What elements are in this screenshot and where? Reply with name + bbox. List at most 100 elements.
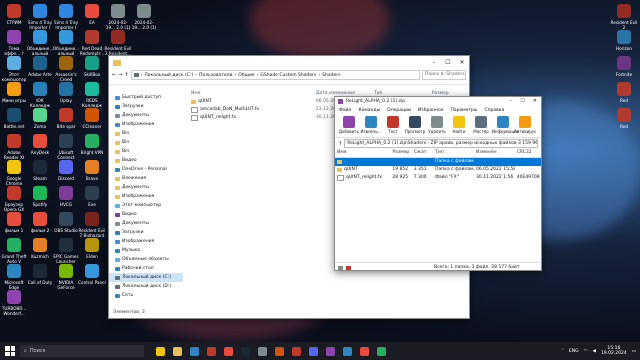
toolbar-button[interactable]: Добавить — [338, 115, 360, 137]
nav-item[interactable]: Изображения — [109, 237, 183, 246]
taskbar-app-icon[interactable] — [309, 346, 318, 356]
desktop-icon[interactable]: Bite spar — [52, 108, 80, 134]
taskbar-app-icon[interactable] — [275, 346, 284, 356]
desktop-icon[interactable]: Браузер Opera GX — [0, 186, 28, 212]
nav-item[interactable]: Локальный диск (C:) — [109, 273, 183, 282]
wifi-icon[interactable]: ◠ — [584, 349, 588, 354]
chevron-up-icon[interactable]: ˄ — [562, 349, 564, 354]
table-row[interactable]: .. Папка с файлами — [335, 158, 541, 166]
taskbar-app-icon[interactable] — [258, 346, 267, 356]
taskbar-app-icon[interactable] — [156, 346, 165, 356]
desktop-icon[interactable]: CCleaner — [78, 108, 106, 134]
taskbar-app-icon[interactable] — [173, 346, 182, 356]
desktop-icon[interactable]: Steam — [26, 160, 54, 186]
desktop-icon[interactable]: Uplay — [52, 82, 80, 108]
menu-item[interactable]: Команды — [358, 106, 380, 115]
desktop-icon[interactable]: фильм 1 — [0, 212, 28, 238]
desktop-icon[interactable]: Google Chrome — [0, 160, 28, 186]
column-header[interactable]: Имя — [187, 90, 312, 98]
address-bar[interactable]: › Локальный диск (C:) › Пользователи › Общие ›… — [130, 70, 420, 80]
toolbar-button[interactable]: Извлечь... — [360, 115, 382, 137]
menu-item[interactable]: Избранное — [418, 106, 444, 115]
desktop-icon[interactable]: Discord — [52, 160, 80, 186]
minimize-button[interactable]: – — [427, 56, 441, 70]
desktop-icon[interactable]: Horizon — [610, 30, 638, 56]
desktop-icon[interactable]: Assassin's Creed Origins — [52, 56, 80, 82]
taskbar-app-icon[interactable] — [292, 346, 301, 356]
desktop-icon[interactable]: Sims 4 Tray Importer ( — [26, 4, 54, 30]
desktop-icon[interactable]: Microsoft Edge — [0, 264, 28, 290]
desktop-icon[interactable]: Resident Evil 2 — [610, 4, 638, 30]
desktop-icon[interactable]: AnyDesk — [26, 134, 54, 160]
desktop-icon[interactable]: Call of Duty — [26, 264, 54, 290]
desktop-icon[interactable]: Red Dead Redemptr... — [78, 30, 106, 56]
taskbar-app-icon[interactable] — [241, 346, 250, 356]
desktop-icon[interactable]: Zoma — [26, 108, 54, 134]
toolbar-button[interactable]: Удалить — [426, 115, 448, 137]
desktop-icon[interactable]: Battle.net — [0, 108, 28, 134]
desktop-icon[interactable]: Fortnite — [610, 56, 638, 82]
column-header[interactable]: Имя — [335, 149, 390, 157]
taskbar-app-icon[interactable] — [343, 346, 352, 356]
nav-item[interactable]: Bin — [109, 147, 183, 156]
back-icon[interactable]: ← — [112, 72, 116, 78]
close-button[interactable]: ✕ — [455, 56, 469, 70]
nav-item[interactable]: Видео — [109, 156, 183, 165]
taskbar-app-icon[interactable] — [207, 346, 216, 356]
desktop-icon[interactable]: NVIDIA GeForce Expe — [52, 264, 80, 290]
nav-item[interactable]: Документы — [109, 111, 183, 120]
notification-icon[interactable]: ▭ — [632, 349, 636, 354]
nav-item[interactable]: OneDrive - Personal — [109, 165, 183, 174]
breadcrumb-item[interactable]: Shaders — [322, 73, 340, 78]
desktop-icon[interactable]: Red — [610, 108, 638, 134]
clock[interactable]: 15:16 19.02.2024 — [601, 346, 627, 356]
desktop-icon[interactable]: 2024-02-19... 2.0 (1) — [104, 4, 132, 30]
forward-icon[interactable]: → — [118, 72, 122, 78]
taskbar-app-icon[interactable] — [190, 346, 199, 356]
desktop-icon[interactable]: Eve — [78, 186, 106, 212]
desktop-icon[interactable]: EPIC Games Launcher — [52, 238, 80, 264]
desktop-icon[interactable]: Ubisoft Connect — [52, 134, 80, 160]
desktop-icon[interactable]: Grand Theft Auto V — [0, 238, 28, 264]
nav-item[interactable]: Изображения — [109, 120, 183, 129]
nav-item[interactable]: Изображения — [109, 192, 183, 201]
menu-item[interactable]: Параметры — [451, 106, 478, 115]
start-button[interactable] — [5, 346, 15, 356]
nav-item[interactable]: Сеть — [109, 291, 183, 300]
taskbar-app-icon[interactable] — [224, 346, 233, 356]
search-input[interactable]: Поиск в: Shaders — [422, 70, 466, 80]
up-icon[interactable]: ↑ — [124, 72, 128, 78]
taskbar-app-icon[interactable] — [326, 346, 335, 356]
nav-item[interactable]: Рабочий стол — [109, 264, 183, 273]
toolbar-button[interactable]: Просмотр — [404, 115, 426, 137]
desktop-icon[interactable]: HVCG — [52, 186, 80, 212]
breadcrumb-item[interactable]: Общие — [238, 73, 254, 78]
desktop-icon[interactable]: Resident Evil 7 Biohazard — [78, 212, 106, 238]
minimize-button[interactable]: – — [506, 97, 517, 106]
desktop-icon[interactable]: Sims 4 Tray Importer ( — [52, 4, 80, 30]
nav-item[interactable]: Музыка — [109, 246, 183, 255]
toolbar-button[interactable]: Мастер — [470, 115, 492, 137]
desktop-icon[interactable]: Adobe Reader XI — [0, 134, 28, 160]
volume-icon[interactable]: ◀ — [593, 349, 596, 354]
table-row[interactable]: qUINT 19 852 3 351 Папка с файлами 06.05.202… — [335, 166, 541, 174]
nav-item[interactable]: Загрузки — [109, 228, 183, 237]
nav-item[interactable]: Загрузки — [109, 102, 183, 111]
taskbar-app-icon[interactable] — [360, 346, 369, 356]
toolbar-button[interactable]: Найти — [448, 115, 470, 137]
desktop-icon[interactable]: TURBOBR... Wonderf... — [0, 290, 28, 316]
desktop-icon[interactable]: Kuzmich — [26, 238, 54, 264]
nav-item[interactable]: Быстрый доступ — [109, 93, 183, 102]
column-header[interactable]: Тип — [433, 149, 474, 157]
desktop-icon[interactable]: Объедине... альный — [26, 30, 54, 56]
desktop-icon[interactable]: Red — [610, 82, 638, 108]
desktop-icon[interactable]: OBS Studio — [52, 212, 80, 238]
desktop-icon[interactable]: Мини игры — [0, 82, 28, 108]
desktop-icon[interactable]: REDS Колледж — [78, 82, 106, 108]
column-header[interactable]: Размер — [390, 149, 411, 157]
desktop-icon[interactable]: ЮК Колледж — [26, 82, 54, 108]
nav-item[interactable]: Документы — [109, 183, 183, 192]
desktop-icon[interactable]: Объедине... альный — [52, 30, 80, 56]
desktop-icon[interactable]: Brave — [78, 160, 106, 186]
maximize-button[interactable]: ☐ — [441, 56, 455, 70]
